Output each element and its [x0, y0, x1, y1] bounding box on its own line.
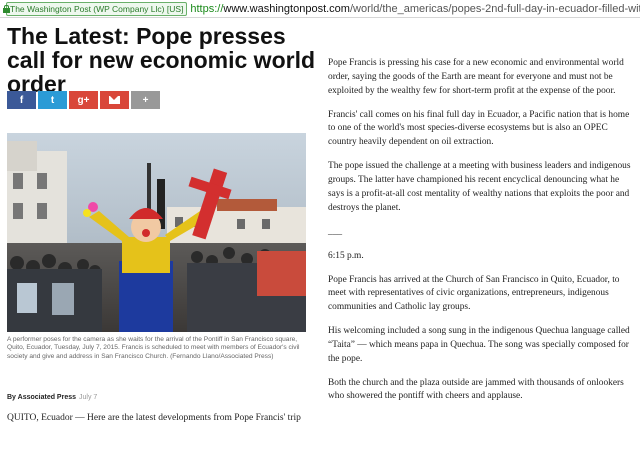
article-headline: The Latest: Pope presses call for new ec…	[7, 23, 316, 97]
byline-date: July 7	[79, 394, 98, 401]
url-text[interactable]: https://www.washingtonpost.com/world/the…	[190, 3, 640, 15]
article-paragraph: His welcoming included a song sung in th…	[328, 326, 630, 364]
photo-caption: A performer poses for the camera as she …	[7, 336, 300, 360]
twitter-icon: t	[50, 94, 55, 106]
google-plus-share-button[interactable]: g+	[69, 91, 98, 109]
update-timestamp: 6:15 p.m.	[328, 250, 364, 261]
ev-certificate-badge[interactable]: The Washington Post (WP Company Llc) [US…	[6, 1, 188, 16]
twitter-share-button[interactable]: t	[38, 91, 67, 109]
article-paragraph: Both the church and the plaza outside ar…	[328, 377, 624, 402]
article-lede: QUITO, Ecuador — Here are the latest dev…	[7, 413, 301, 423]
envelope-icon	[109, 96, 120, 104]
article-paragraph: Pope Francis is pressing his case for a …	[328, 58, 624, 96]
article-paragraph: Pope Francis has arrived at the Church o…	[328, 274, 620, 313]
url-path: /world/the_americas/popes-2nd-full-day-i…	[349, 2, 640, 15]
article-paragraph: Francis' call comes on his final full da…	[328, 109, 630, 148]
byline-author[interactable]: By Associated Press	[7, 394, 76, 401]
address-bar[interactable]: The Washington Post (WP Company Llc) [US…	[0, 0, 640, 18]
more-share-button[interactable]: +	[131, 91, 160, 109]
photo-scene	[7, 133, 306, 332]
url-host: www.washingtonpost.com	[223, 2, 350, 15]
facebook-icon: f	[19, 94, 24, 106]
google-plus-icon: g+	[77, 94, 90, 106]
article-paragraph: The pope issued the challenge at a meeti…	[328, 161, 631, 213]
plus-icon: +	[142, 94, 149, 106]
email-share-button[interactable]	[100, 91, 129, 109]
section-separator: ___	[328, 226, 343, 237]
share-bar: f t g+ +	[7, 91, 160, 109]
byline: By Associated Press July 7	[7, 394, 97, 401]
article-body: Pope Francis is pressing his case for a …	[328, 57, 635, 414]
article-photo[interactable]	[7, 133, 306, 332]
facebook-share-button[interactable]: f	[7, 91, 36, 109]
url-scheme: https://	[190, 2, 224, 15]
